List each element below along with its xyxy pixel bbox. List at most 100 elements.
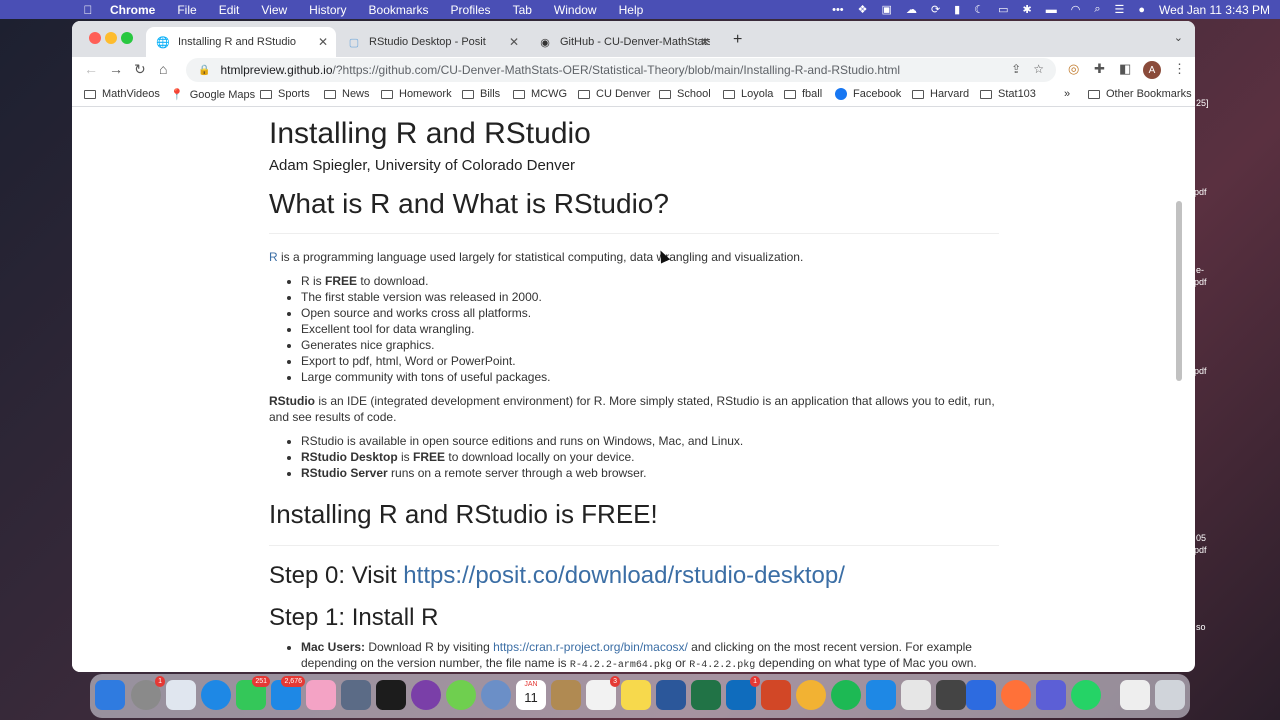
mic-icon[interactable]: ▮ bbox=[954, 3, 960, 16]
tab-github[interactable]: ◉ GitHub - CU-Denver-MathStats ✕ bbox=[528, 27, 718, 57]
terminal-icon[interactable] bbox=[376, 680, 406, 710]
menu-tab[interactable]: Tab bbox=[513, 3, 532, 17]
finder-icon[interactable] bbox=[95, 680, 125, 710]
menu-bookmarks[interactable]: Bookmarks bbox=[369, 3, 429, 17]
tab-close-icon[interactable]: ✕ bbox=[318, 35, 328, 49]
photos-icon[interactable] bbox=[306, 680, 336, 710]
whatsapp-icon[interactable] bbox=[1071, 680, 1101, 710]
outlook-icon[interactable]: 1 bbox=[726, 676, 760, 710]
cran-macosx-link[interactable]: https://cran.r-project.org/bin/macosx/ bbox=[493, 640, 688, 654]
word-icon[interactable] bbox=[656, 680, 686, 710]
control-center-icon[interactable]: ☰ bbox=[1115, 3, 1125, 16]
firefox-icon[interactable] bbox=[1001, 680, 1031, 710]
menu-window[interactable]: Window bbox=[554, 3, 597, 17]
display-icon[interactable]: ▭ bbox=[998, 3, 1008, 16]
bookmark-sports[interactable]: Sports bbox=[260, 88, 310, 100]
menu-file[interactable]: File bbox=[177, 3, 196, 17]
bookmark-mcwg[interactable]: MCWG bbox=[513, 88, 567, 100]
menu-history[interactable]: History bbox=[309, 3, 346, 17]
bookmark-cu-denver[interactable]: CU Denver bbox=[578, 88, 650, 100]
page-scrollbar[interactable] bbox=[1176, 201, 1182, 381]
apple-icon[interactable]:  bbox=[80, 3, 96, 17]
document-icon[interactable] bbox=[1120, 680, 1150, 710]
spotify-icon[interactable] bbox=[831, 680, 861, 710]
profile-avatar[interactable]: A bbox=[1143, 61, 1161, 79]
reminders-icon[interactable]: 3 bbox=[586, 676, 620, 710]
chrome-icon[interactable] bbox=[796, 680, 826, 710]
bookmark-harvard[interactable]: Harvard bbox=[912, 88, 969, 100]
search-icon[interactable]: ⌕ bbox=[1094, 3, 1100, 16]
side-panel-icon[interactable]: ◧ bbox=[1119, 61, 1131, 77]
powerpoint-icon[interactable] bbox=[761, 680, 791, 710]
bookmark-school[interactable]: School bbox=[659, 88, 711, 100]
bookmark-facebook[interactable]: Facebook bbox=[835, 88, 901, 100]
menubar-clock[interactable]: Wed Jan 11 3:43 PM bbox=[1159, 3, 1270, 17]
bookmark-homework[interactable]: Homework bbox=[381, 88, 452, 100]
screenshot-icon[interactable] bbox=[901, 680, 931, 710]
bluetooth-icon[interactable]: ✱ bbox=[1023, 3, 1032, 16]
bookmark-other[interactable]: Other Bookmarks bbox=[1088, 88, 1192, 100]
sync-icon[interactable]: ⟳ bbox=[931, 3, 940, 16]
extension-icon[interactable]: ◎ bbox=[1068, 61, 1079, 77]
menu-help[interactable]: Help bbox=[619, 3, 644, 17]
tab-search-chevron-icon[interactable]: ⌄ bbox=[1174, 31, 1183, 44]
reload-icon[interactable]: ↻ bbox=[134, 61, 146, 78]
bookmark-star-icon[interactable]: ☆ bbox=[1033, 62, 1044, 76]
menu-edit[interactable]: Edit bbox=[219, 3, 240, 17]
tab-close-icon[interactable]: ✕ bbox=[509, 35, 519, 49]
calendar-icon[interactable]: JAN 11 bbox=[516, 680, 546, 710]
r-app-icon[interactable] bbox=[481, 680, 511, 710]
calculator-icon[interactable] bbox=[936, 680, 966, 710]
emacs-icon[interactable] bbox=[411, 680, 441, 710]
menu-profiles[interactable]: Profiles bbox=[451, 3, 491, 17]
battery-icon[interactable]: ▬ bbox=[1046, 4, 1057, 16]
excel-icon[interactable] bbox=[691, 680, 721, 710]
loading-app-icon[interactable] bbox=[446, 680, 476, 710]
preview-icon[interactable] bbox=[341, 680, 371, 710]
lock-icon[interactable]: 🔒 bbox=[198, 65, 210, 76]
dropbox-icon[interactable]: ❖ bbox=[858, 3, 868, 16]
bookmark-fball[interactable]: fball bbox=[784, 88, 822, 100]
zoom-window-button[interactable] bbox=[121, 32, 133, 44]
web-page[interactable]: Installing R and RStudio Adam Spiegler, … bbox=[72, 107, 1184, 672]
tab-close-icon[interactable]: ✕ bbox=[700, 35, 710, 49]
forward-arrow-icon[interactable]: → bbox=[109, 61, 123, 77]
bookmark-bills[interactable]: Bills bbox=[462, 88, 500, 100]
bookmark-loyola[interactable]: Loyola bbox=[723, 88, 773, 100]
app-store-icon[interactable] bbox=[866, 680, 896, 710]
safari-icon[interactable] bbox=[201, 680, 231, 710]
mail-icon[interactable]: 2,676 bbox=[271, 676, 305, 710]
close-window-button[interactable] bbox=[89, 32, 101, 44]
app-status-icon[interactable]: ▣ bbox=[882, 3, 892, 16]
stickies-icon[interactable] bbox=[621, 680, 651, 710]
bookmark-stat103[interactable]: Stat103 bbox=[980, 88, 1036, 100]
trash-icon[interactable] bbox=[1155, 680, 1185, 710]
bookmark-mathvideos[interactable]: MathVideos bbox=[84, 88, 160, 100]
dark-mode-icon[interactable]: ☾ bbox=[974, 3, 984, 16]
messages-icon[interactable]: 251 bbox=[236, 676, 270, 710]
menu-app-chrome[interactable]: Chrome bbox=[110, 3, 155, 17]
more-icon[interactable]: ••• bbox=[832, 4, 844, 16]
share-icon[interactable]: ⇪ bbox=[1011, 62, 1021, 76]
bookmark-google-maps[interactable]: 📍 Google Maps bbox=[170, 88, 255, 102]
new-tab-button[interactable]: + bbox=[733, 31, 742, 49]
wifi-icon[interactable]: ◠ bbox=[1071, 3, 1081, 16]
menu-view[interactable]: View bbox=[261, 3, 287, 17]
address-bar[interactable]: 🔒 htmlpreview.github.io /?https://github… bbox=[186, 58, 1056, 82]
home-icon[interactable]: ⌂ bbox=[159, 61, 167, 77]
zoom-icon[interactable] bbox=[966, 680, 996, 710]
minimize-window-button[interactable] bbox=[105, 32, 117, 44]
kebab-menu-icon[interactable]: ⋮ bbox=[1173, 61, 1186, 77]
bookmark-news[interactable]: News bbox=[324, 88, 370, 100]
tab-installing-r[interactable]: 🌐 Installing R and RStudio ✕ bbox=[146, 27, 336, 57]
notes-app-icon[interactable] bbox=[551, 680, 581, 710]
launchpad-icon[interactable] bbox=[166, 680, 196, 710]
siri-icon[interactable]: ● bbox=[1138, 4, 1145, 16]
system-preferences-icon[interactable]: 1 bbox=[131, 676, 165, 710]
r-link[interactable]: R bbox=[269, 250, 278, 264]
back-arrow-icon[interactable]: ← bbox=[84, 61, 98, 77]
cloud-icon[interactable]: ☁ bbox=[906, 3, 917, 16]
bookmarks-overflow-button[interactable]: » bbox=[1064, 88, 1070, 100]
imovie-icon[interactable] bbox=[1036, 680, 1066, 710]
puzzle-icon[interactable]: ✚ bbox=[1094, 61, 1105, 77]
